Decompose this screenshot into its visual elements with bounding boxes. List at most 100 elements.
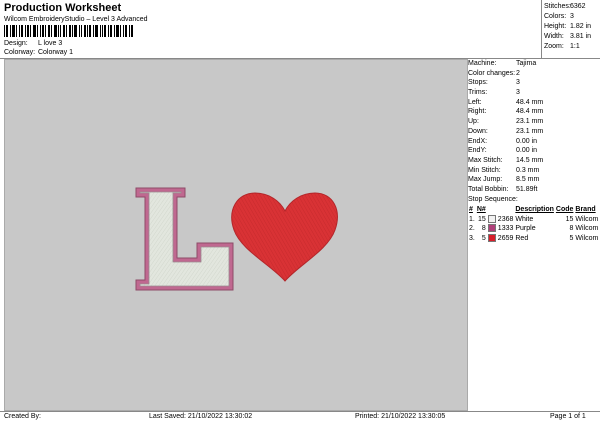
row-code: 5 — [569, 234, 574, 242]
info-value: Tajima — [516, 60, 537, 67]
stop-sequence-table: # N# Description Code Brand 1. 15 2368 Whit… — [468, 205, 599, 243]
last-saved: Last Saved: 21/10/2022 13:30:02 — [149, 413, 253, 420]
info-label: EndX: — [468, 137, 488, 145]
swatch-icon — [487, 224, 496, 233]
stat-zoom: Zoom: 1:1 — [544, 43, 580, 50]
col-index: # — [469, 206, 473, 214]
header-divider — [541, 0, 542, 58]
design-value: L love 3 — [37, 40, 63, 47]
barcode-icon — [4, 25, 133, 37]
info-value: 2 — [516, 69, 520, 77]
letter-l-fill — [139, 191, 230, 287]
stat-colors: Colors: 3 — [544, 13, 574, 20]
info-label: Max Jump: — [468, 176, 503, 184]
swatch-icon — [487, 233, 496, 242]
color-swatch — [487, 214, 497, 225]
row-needle: 8 — [481, 225, 486, 233]
info-label: Min Stitch: — [468, 166, 501, 174]
info-label: Left: — [468, 98, 482, 106]
swatch-icon — [487, 214, 496, 223]
table-row: 3. 5 2659 Red 5 Wilcom — [468, 233, 599, 244]
colorway-row: Colorway: Colorway 1 — [4, 49, 73, 56]
info-row: Color changes:2 — [468, 69, 599, 79]
row-needle: 5 — [481, 234, 486, 242]
info-row: Machine: Tajima — [468, 59, 599, 69]
info-row: Trims: 3 — [468, 88, 599, 98]
info-row: Min Stitch: 0.3 mm — [468, 166, 599, 176]
info-label: EndY: — [468, 147, 487, 155]
page-number: Page 1 of 1 — [550, 413, 586, 420]
row-thread-number: 2368 — [497, 215, 514, 223]
row-thread-number: 1333 — [497, 225, 514, 233]
col-number — [497, 205, 515, 215]
info-label: Right: — [468, 108, 487, 116]
page-title: Production Worksheet — [4, 2, 122, 14]
info-row: Right: 48.4 mm — [468, 107, 599, 117]
footer-rule — [0, 411, 600, 412]
table-row: 1. 15 2368 White 15 Wilcom — [468, 214, 599, 225]
row-description: White — [515, 215, 534, 223]
info-value: 3 — [516, 89, 520, 97]
design-label: Design: — [4, 40, 28, 47]
stat-height: Height: 1.82 in — [544, 23, 592, 30]
col-needle: N# — [476, 206, 486, 214]
colorway-value: Colorway 1 — [37, 49, 73, 56]
row-description: Purple — [515, 225, 536, 233]
info-value: 0.00 in — [516, 137, 538, 145]
row-brand: Wilcom — [575, 215, 599, 223]
info-value: 23.1 mm — [516, 118, 544, 126]
design-row: Design: L love 3 — [4, 40, 62, 47]
info-row: Stops: 3 — [468, 78, 599, 88]
info-label: Color changes: — [468, 69, 516, 77]
info-value: 0.00 in — [516, 147, 538, 155]
col-description: Description — [515, 206, 554, 214]
info-row: EndX: 0.00 in — [468, 137, 599, 147]
machine-info-panel: Machine: Tajima Color changes:2 Stops: 3 Trim… — [468, 59, 599, 243]
info-label: Up: — [468, 118, 479, 126]
info-value: 14.5 mm — [516, 156, 544, 164]
table-row: 2. 8 1333 Purple 8 Wilcom — [468, 224, 599, 234]
info-value: 51.89ft — [516, 185, 538, 193]
info-row: Up: 23.1 mm — [468, 117, 599, 127]
printed-date: Printed: 21/10/2022 13:30:05 — [355, 413, 446, 420]
info-value: 3 — [516, 79, 520, 87]
row-thread-number: 2659 — [497, 234, 514, 242]
table-header-row: # N# Description Code Brand — [468, 205, 599, 215]
info-label: Down: — [468, 127, 488, 135]
col-brand: Brand — [575, 206, 596, 214]
info-row: Max Jump: 8.5 mm — [468, 175, 599, 185]
color-swatch — [487, 224, 497, 234]
row-index: 1. — [469, 215, 475, 223]
created-by: Created By: — [4, 413, 41, 420]
info-label: Max Stitch: — [468, 156, 503, 164]
info-label: Total Bobbin: — [468, 185, 509, 193]
top-stats: Stitches:6362 Colors: 3 Height: 1.82 in Wi… — [544, 2, 598, 52]
info-label: Trims: — [468, 89, 488, 97]
col-code: Code — [555, 206, 574, 214]
row-index: 3. — [469, 234, 475, 242]
info-label: Stops: — [468, 79, 488, 87]
heart-shape — [231, 192, 338, 282]
info-row: Down: 23.1 mm — [468, 127, 599, 137]
stat-stitches: Stitches:6362 — [544, 3, 586, 10]
info-row: Left: 48.4 mm — [468, 98, 599, 108]
row-code: 15 — [565, 215, 574, 223]
row-brand: Wilcom — [575, 225, 599, 233]
software-subtitle: Wilcom EmbroideryStudio – Level 3 Advanc… — [4, 16, 148, 23]
colorway-label: Colorway: — [4, 49, 36, 56]
stop-sequence-title: Stop Sequence: — [468, 195, 518, 203]
row-code: 8 — [569, 225, 574, 233]
info-value: 0.3 mm — [516, 166, 540, 174]
design-artwork — [135, 187, 338, 291]
info-value: 48.4 mm — [516, 98, 544, 106]
info-value: 8.5 mm — [516, 176, 540, 184]
info-row: Total Bobbin: 51.89ft — [468, 185, 599, 195]
info-value: 48.4 mm — [516, 108, 544, 116]
design-preview — [4, 59, 468, 411]
color-swatch — [487, 233, 497, 244]
info-row: Max Stitch: 14.5 mm — [468, 156, 599, 166]
row-index: 2. — [469, 225, 475, 233]
row-description: Red — [515, 234, 529, 242]
row-brand: Wilcom — [575, 234, 599, 242]
col-swatch — [487, 205, 497, 215]
